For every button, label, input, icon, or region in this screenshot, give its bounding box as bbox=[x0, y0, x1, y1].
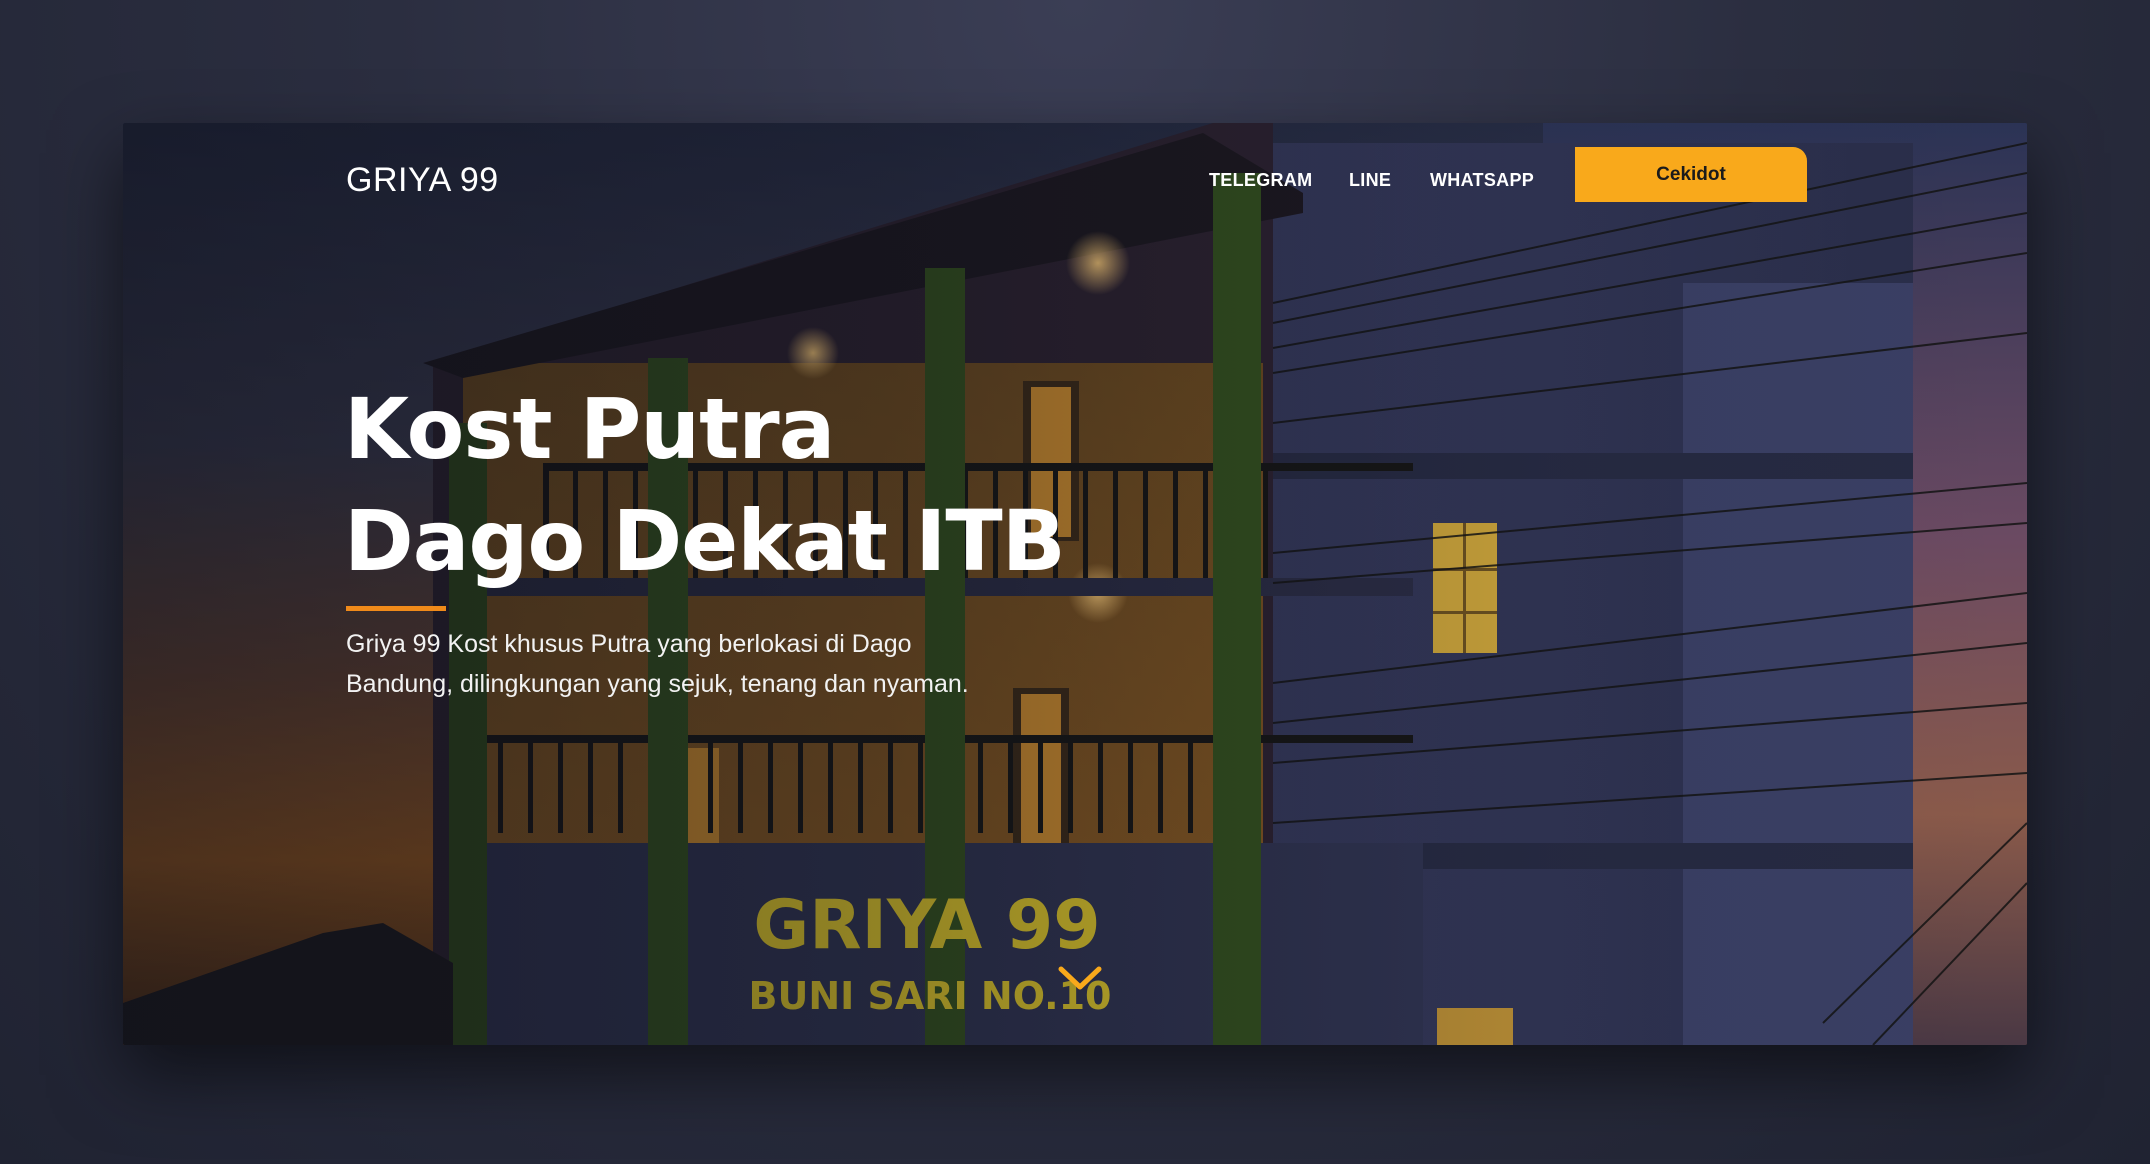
hero-title-line-2: Dago Dekat ITB bbox=[344, 492, 1066, 590]
nav-link-whatsapp[interactable]: WHATSAPP bbox=[1430, 170, 1534, 191]
hero-description-line-1: Griya 99 Kost khusus Putra yang berlokas… bbox=[346, 630, 912, 658]
hero-title: Kost Putra Dago Dekat ITB bbox=[344, 373, 1244, 597]
cekidot-button[interactable]: Cekidot bbox=[1575, 147, 1807, 202]
hero-description-line-2: Bandung, dilingkungan yang sejuk, tenang… bbox=[346, 670, 969, 698]
hero-title-line-1: Kost Putra bbox=[344, 380, 835, 478]
hero-description: Griya 99 Kost khusus Putra yang berlokas… bbox=[346, 624, 1066, 704]
chevron-down-icon[interactable] bbox=[1057, 963, 1103, 993]
hero-section: GRIYA 99 BUNI SARI NO.10 GRIYA 99 TELEGR… bbox=[123, 123, 2027, 1045]
title-accent-divider bbox=[346, 606, 446, 611]
nav-link-line[interactable]: LINE bbox=[1349, 170, 1391, 191]
site-logo[interactable]: GRIYA 99 bbox=[346, 161, 499, 200]
nav-link-telegram[interactable]: TELEGRAM bbox=[1209, 170, 1312, 191]
top-navigation: GRIYA 99 TELEGRAM LINE WHATSAPP Cekidot bbox=[123, 123, 2027, 233]
